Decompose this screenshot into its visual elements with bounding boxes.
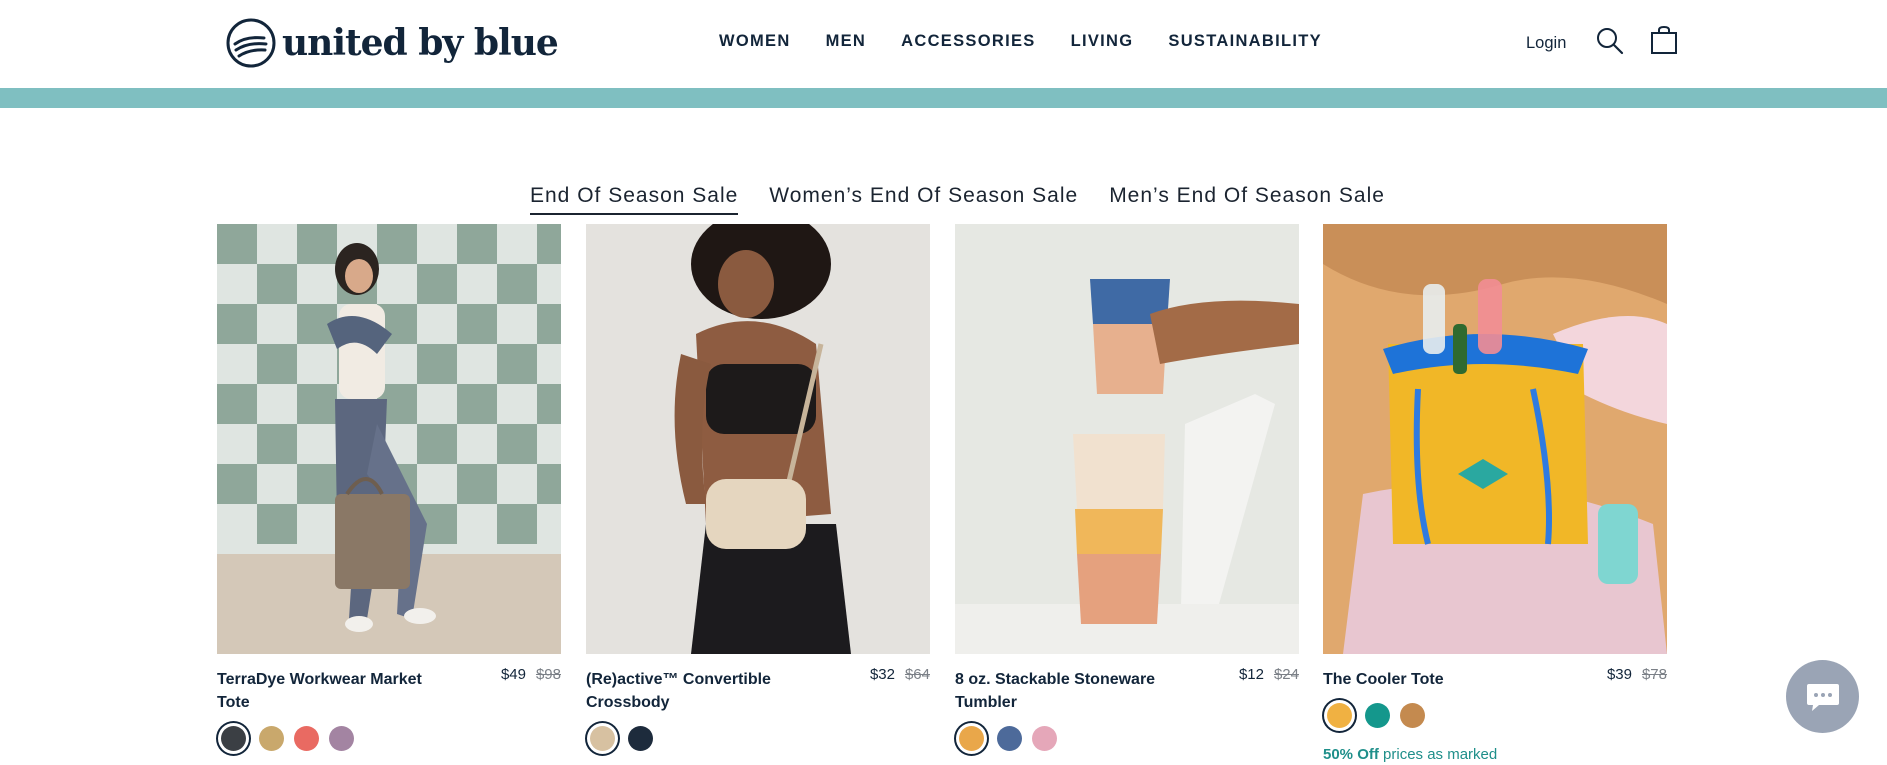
swatch-teal[interactable] — [1365, 703, 1390, 728]
product-image[interactable] — [586, 224, 930, 654]
nav-accessories[interactable]: ACCESSORIES — [901, 32, 1035, 51]
chat-button[interactable] — [1786, 660, 1859, 733]
swatch-navy[interactable] — [628, 726, 653, 751]
product-name[interactable]: The Cooler Tote — [1323, 668, 1553, 691]
color-swatches — [217, 726, 354, 751]
tab-end-of-season-sale[interactable]: End Of Season Sale — [530, 184, 739, 215]
color-swatches — [1323, 703, 1425, 728]
login-link[interactable]: Login — [1526, 34, 1566, 53]
swatch-sand[interactable] — [590, 726, 615, 751]
product-card[interactable]: TerraDye Workwear Market Tote $49 $98 — [217, 224, 561, 751]
product-info: TerraDye Workwear Market Tote $49 $98 — [217, 654, 561, 724]
product-image[interactable] — [1323, 224, 1667, 654]
swatch-tan[interactable] — [259, 726, 284, 751]
swatch-blue[interactable] — [997, 726, 1022, 751]
nav-sustainability[interactable]: SUSTAINABILITY — [1168, 32, 1322, 51]
promo-band — [0, 88, 1887, 108]
original-price: $98 — [535, 666, 561, 683]
swatch-yellow[interactable] — [1327, 703, 1352, 728]
search-icon[interactable] — [1595, 26, 1625, 56]
swatch-brown[interactable] — [1400, 703, 1425, 728]
promo-note: prices as marked — [1383, 746, 1498, 763]
swatch-mauve[interactable] — [329, 726, 354, 751]
original-price: $24 — [1273, 666, 1299, 683]
color-swatches — [586, 726, 653, 751]
main-nav: WOMEN MEN ACCESSORIES LIVING SUSTAINABIL… — [719, 32, 1322, 51]
product-image[interactable] — [217, 224, 561, 654]
tab-mens-sale[interactable]: Men’s End Of Season Sale — [1109, 184, 1385, 215]
color-swatches — [955, 726, 1057, 751]
product-card[interactable]: 8 oz. Stackable Stoneware Tumbler $12 $24 — [955, 224, 1299, 751]
product-prices: $39 $78 — [1607, 666, 1667, 683]
nav-men[interactable]: MEN — [826, 32, 867, 51]
sale-price: $49 — [500, 666, 526, 683]
chat-bubble-icon — [1806, 683, 1839, 711]
sale-price: $12 — [1238, 666, 1264, 683]
wave-logo-icon — [226, 18, 276, 68]
product-image[interactable] — [955, 224, 1299, 654]
product-prices: $32 $64 — [870, 666, 930, 683]
swatch-coral[interactable] — [294, 726, 319, 751]
product-card[interactable]: (Re)active™ Convertible Crossbody $32 $64 — [586, 224, 930, 751]
site-header: united by blue WOMEN MEN ACCESSORIES LIV… — [0, 0, 1887, 88]
original-price: $64 — [904, 666, 930, 683]
product-name[interactable]: (Re)active™ Convertible Crossbody — [586, 668, 816, 714]
sale-price: $39 — [1606, 666, 1632, 683]
product-info: (Re)active™ Convertible Crossbody $32 $64 — [586, 654, 930, 724]
product-prices: $12 $24 — [1239, 666, 1299, 683]
nav-women[interactable]: WOMEN — [719, 32, 791, 51]
product-card[interactable]: The Cooler Tote $39 $78 50% Off prices as… — [1323, 224, 1667, 763]
shopping-bag-icon[interactable] — [1650, 25, 1678, 55]
promo-text: 50% Off prices as marked — [1323, 746, 1497, 763]
swatch-charcoal[interactable] — [221, 726, 246, 751]
promo-discount: 50% Off — [1323, 746, 1379, 763]
sale-tabs: End Of Season Sale Women’s End Of Season… — [530, 184, 1385, 215]
brand-logo[interactable]: united by blue — [226, 16, 559, 70]
nav-living[interactable]: LIVING — [1071, 32, 1134, 51]
swatch-pink[interactable] — [1032, 726, 1057, 751]
product-prices: $49 $98 — [501, 666, 561, 683]
logo-text: united by blue — [282, 22, 559, 64]
product-info: 8 oz. Stackable Stoneware Tumbler $12 $24 — [955, 654, 1299, 724]
tab-womens-sale[interactable]: Women’s End Of Season Sale — [769, 184, 1078, 215]
product-name[interactable]: 8 oz. Stackable Stoneware Tumbler — [955, 668, 1185, 714]
original-price: $78 — [1641, 666, 1667, 683]
swatch-marigold[interactable] — [959, 726, 984, 751]
product-name[interactable]: TerraDye Workwear Market Tote — [217, 668, 447, 714]
sale-price: $32 — [869, 666, 895, 683]
